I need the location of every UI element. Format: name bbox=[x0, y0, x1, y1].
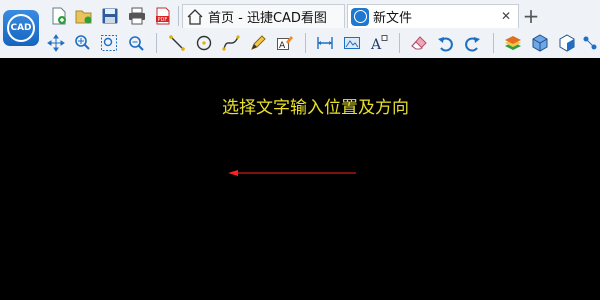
polyline-icon bbox=[222, 35, 240, 51]
new-file-button[interactable] bbox=[48, 5, 70, 27]
print-button[interactable] bbox=[126, 5, 148, 27]
zoom-extents-icon bbox=[129, 36, 144, 51]
open-file-button[interactable] bbox=[73, 5, 95, 27]
more-tools-button[interactable] bbox=[580, 31, 600, 55]
circle-icon bbox=[196, 35, 212, 51]
zoom-window-button[interactable] bbox=[97, 31, 121, 55]
svg-text:PDF: PDF bbox=[158, 17, 168, 23]
zoom-icon bbox=[75, 35, 90, 50]
separator bbox=[493, 33, 494, 53]
text-edit-icon: A bbox=[277, 36, 293, 51]
circle-button[interactable] bbox=[192, 31, 216, 55]
separator bbox=[156, 33, 157, 53]
text-style-icon: A bbox=[370, 35, 388, 52]
pencil-icon bbox=[251, 35, 266, 50]
svg-text:A: A bbox=[370, 37, 382, 52]
top-bar: CAD PDF 首页 - 迅捷CAD看图 新文件 ✕ + A A bbox=[0, 0, 600, 58]
tab-new-file[interactable]: 新文件 ✕ bbox=[347, 4, 519, 28]
zoom-button[interactable] bbox=[70, 31, 94, 55]
save-icon bbox=[102, 8, 118, 24]
line-button[interactable] bbox=[165, 31, 189, 55]
direction-arrow bbox=[228, 170, 356, 176]
print-icon bbox=[129, 7, 145, 25]
area-icon bbox=[344, 37, 360, 49]
tab-home[interactable]: 首页 - 迅捷CAD看图 bbox=[182, 4, 345, 28]
pencil-button[interactable] bbox=[246, 31, 270, 55]
drawing-canvas[interactable]: 选择文字输入位置及方向 bbox=[0, 58, 600, 300]
3d-view-icon bbox=[559, 34, 575, 52]
new-tab-button[interactable]: + bbox=[520, 4, 542, 28]
pdf-export-button[interactable]: PDF bbox=[152, 5, 174, 27]
tab-new-file-label: 新文件 bbox=[373, 11, 413, 26]
app-logo-text: CAD bbox=[10, 23, 32, 33]
undo-button[interactable] bbox=[434, 31, 458, 55]
home-icon bbox=[187, 8, 203, 25]
separator bbox=[399, 33, 400, 53]
open-file-icon bbox=[75, 10, 92, 24]
line-icon bbox=[169, 35, 185, 51]
save-button[interactable] bbox=[99, 5, 121, 27]
zoom-extents-button[interactable] bbox=[124, 31, 148, 55]
redo-button[interactable] bbox=[460, 31, 484, 55]
separator bbox=[305, 33, 306, 53]
new-file-icon bbox=[52, 7, 66, 25]
text-style-button[interactable]: A bbox=[367, 31, 391, 55]
cad-file-icon bbox=[351, 7, 369, 26]
separator bbox=[178, 6, 179, 26]
app-logo[interactable]: CAD bbox=[3, 10, 39, 46]
layers-icon bbox=[505, 36, 521, 50]
polyline-button[interactable] bbox=[219, 31, 243, 55]
area-button[interactable] bbox=[340, 31, 364, 55]
more-icon bbox=[583, 36, 597, 50]
measure-button[interactable] bbox=[313, 31, 337, 55]
tab-home-label: 首页 - 迅捷CAD看图 bbox=[208, 11, 327, 26]
layers-button[interactable] bbox=[501, 31, 525, 55]
eraser-button[interactable] bbox=[407, 31, 431, 55]
3d-view-button[interactable] bbox=[555, 31, 579, 55]
pan-icon bbox=[47, 34, 65, 52]
close-tab-button[interactable]: ✕ bbox=[498, 8, 514, 24]
text-edit-button[interactable]: A bbox=[273, 31, 297, 55]
zoom-window-icon bbox=[101, 35, 117, 51]
pan-button[interactable] bbox=[44, 31, 68, 55]
3d-box-icon bbox=[532, 34, 548, 52]
svg-text:A: A bbox=[279, 41, 286, 51]
eraser-icon bbox=[411, 36, 427, 50]
undo-icon bbox=[438, 37, 453, 52]
command-prompt-text: 选择文字输入位置及方向 bbox=[222, 98, 409, 118]
redo-icon bbox=[465, 37, 480, 52]
pdf-export-icon: PDF bbox=[156, 7, 170, 25]
measure-icon bbox=[317, 37, 333, 49]
3d-box-button[interactable] bbox=[528, 31, 552, 55]
